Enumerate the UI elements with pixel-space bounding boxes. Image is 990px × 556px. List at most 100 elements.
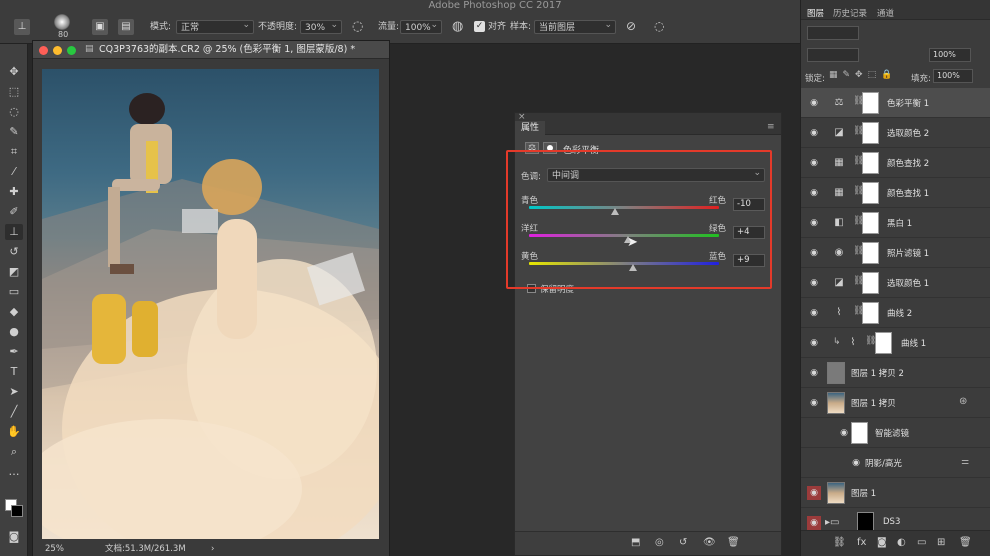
path-select-tool-icon[interactable]: ➤ xyxy=(5,384,23,400)
filter-options-icon[interactable]: ⚌ xyxy=(961,457,969,467)
history-brush-tool-icon[interactable]: ↺ xyxy=(5,244,23,260)
layer-mask-thumbnail[interactable] xyxy=(862,182,879,204)
gray-layer-icon[interactable] xyxy=(827,362,845,384)
layer-row[interactable]: ◉ ⊛ 图层 1 拷贝 xyxy=(801,388,990,418)
ignore-adjustment-icon[interactable]: ⊘ xyxy=(626,19,636,33)
fx-icon[interactable]: fx xyxy=(857,537,866,548)
eye-icon[interactable]: ◉ xyxy=(849,456,863,470)
eye-icon[interactable]: ◉ xyxy=(807,336,821,350)
blend-mode-select[interactable] xyxy=(807,48,859,62)
crop-tool-icon[interactable]: ⌗ xyxy=(5,144,23,160)
pen-tool-icon[interactable]: ✒ xyxy=(5,344,23,360)
toggle-brush-panel-icon[interactable]: ▣ xyxy=(92,19,108,35)
layer-row[interactable]: ◉ ⌇ ⛓ 曲线 2 xyxy=(801,298,990,328)
selective-color-icon[interactable]: ◪ xyxy=(832,276,846,290)
layer-mask-thumbnail[interactable] xyxy=(862,152,879,174)
airbrush-icon[interactable]: ◍ xyxy=(452,19,463,34)
link-layers-icon[interactable]: ⛓ xyxy=(833,537,846,548)
opacity-field[interactable]: 30% xyxy=(300,18,342,34)
layer-row[interactable]: ◉ ⚌ 阴影/高光 xyxy=(801,448,990,478)
view-previous-icon[interactable]: ◎ xyxy=(655,537,664,548)
color-lookup-icon[interactable]: ▦ xyxy=(832,186,846,200)
layer-mask-thumbnail[interactable] xyxy=(862,122,879,144)
layer-row[interactable]: ◉ 图层 1 xyxy=(801,478,990,508)
layer-mask-thumbnail[interactable] xyxy=(862,272,879,294)
close-window-icon[interactable] xyxy=(39,46,48,55)
panel-menu-icon[interactable]: ≡ xyxy=(767,122,775,132)
eye-icon[interactable]: ◉ xyxy=(807,366,821,380)
eye-icon[interactable]: ◉ xyxy=(807,156,821,170)
eye-icon[interactable]: ◉ xyxy=(807,186,821,200)
eye-icon[interactable]: ◉ xyxy=(807,246,821,260)
eraser-tool-icon[interactable]: ◩ xyxy=(5,264,23,280)
image-canvas[interactable] xyxy=(42,69,379,539)
background-color-swatch[interactable] xyxy=(11,505,23,517)
clone-stamp-tool-icon[interactable]: ⊥ xyxy=(5,224,23,240)
tab-channels[interactable]: 通道 xyxy=(877,7,894,19)
eye-icon[interactable]: ◉ xyxy=(807,516,821,530)
toggle-clone-source-icon[interactable]: ▤ xyxy=(118,19,134,35)
black-white-icon[interactable]: ◧ xyxy=(832,216,846,230)
dodge-tool-icon[interactable]: ● xyxy=(5,324,23,340)
tab-history[interactable]: 历史记录 xyxy=(833,7,867,19)
marquee-tool-icon[interactable]: ⬚ xyxy=(5,84,23,100)
smart-filter-mask-thumbnail[interactable] xyxy=(851,422,868,444)
new-group-icon[interactable]: ▭ xyxy=(917,537,926,548)
photo-filter-icon[interactable]: ◉ xyxy=(832,246,846,260)
tab-layers[interactable]: 图层 xyxy=(807,7,824,19)
more-tools-icon[interactable]: … xyxy=(5,464,23,480)
type-tool-icon[interactable]: T xyxy=(5,364,23,380)
document-tab[interactable]: ▤ CQ3P3763的副本.CR2 @ 25% (色彩平衡 1, 图层蒙版/8)… xyxy=(33,41,389,59)
photo-thumb-icon[interactable] xyxy=(827,392,845,414)
reset-icon[interactable]: ↺ xyxy=(679,537,687,548)
move-tool-icon[interactable]: ✥ xyxy=(5,64,23,80)
gradient-tool-icon[interactable]: ▭ xyxy=(5,284,23,300)
layer-row[interactable]: ◉ ◉ ⛓ 照片滤镜 1 xyxy=(801,238,990,268)
eye-icon[interactable]: ◉ xyxy=(807,396,821,410)
layer-row[interactable]: ◉ ◧ ⛓ 黑白 1 xyxy=(801,208,990,238)
lock-icons[interactable]: ▦✎✥⬚🔒 xyxy=(829,70,897,80)
selective-color-icon[interactable]: ◪ xyxy=(832,126,846,140)
align-checkbox[interactable]: ✓ xyxy=(474,21,485,32)
curves-icon[interactable]: ⌇ xyxy=(846,336,860,350)
eye-icon[interactable]: ◉ xyxy=(807,126,821,140)
healing-brush-tool-icon[interactable]: ✚ xyxy=(5,184,23,200)
delete-icon[interactable]: 🗑 xyxy=(727,537,740,548)
minimize-window-icon[interactable] xyxy=(53,46,62,55)
photo-thumb-icon[interactable] xyxy=(827,482,845,504)
eye-icon[interactable]: ◉ xyxy=(837,426,851,440)
brush-preview-icon[interactable] xyxy=(54,14,70,30)
eye-icon[interactable]: ◉ xyxy=(807,276,821,290)
color-lookup-icon[interactable]: ▦ xyxy=(832,156,846,170)
add-mask-icon[interactable]: ◙ xyxy=(877,537,887,548)
folder-icon[interactable]: ▸▭ xyxy=(825,516,839,530)
eye-icon[interactable]: ◉ xyxy=(807,96,821,110)
layer-mask-thumbnail[interactable] xyxy=(862,212,879,234)
visibility-icon[interactable]: 👁 xyxy=(703,537,716,548)
sample-select[interactable]: 当前图层 xyxy=(534,18,616,34)
new-layer-icon[interactable]: ⊞ xyxy=(937,537,945,548)
layer-row[interactable]: ◉ ⚖ ⛓ 色彩平衡 1 xyxy=(801,88,990,118)
pressure-opacity-icon[interactable]: ◌ xyxy=(352,19,363,34)
layer-row[interactable]: ◉ ◪ ⛓ 选取颜色 1 xyxy=(801,268,990,298)
layer-row[interactable]: ◉ ▦ ⛓ 颜色查找 1 xyxy=(801,178,990,208)
layer-filter-select[interactable] xyxy=(807,26,859,40)
curves-icon[interactable]: ⌇ xyxy=(832,306,846,320)
lasso-tool-icon[interactable]: ◌ xyxy=(5,104,23,120)
fill-field[interactable]: 100% xyxy=(933,69,973,83)
zoom-tool-icon[interactable]: ⌕ xyxy=(5,444,23,460)
eye-icon[interactable]: ◉ xyxy=(807,486,821,500)
quick-select-tool-icon[interactable]: ✎ xyxy=(5,124,23,140)
balance-icon[interactable]: ⚖ xyxy=(832,96,846,110)
layer-row[interactable]: ◉ ⌇ ↳ ⛓ 曲线 1 xyxy=(801,328,990,358)
eye-icon[interactable]: ◉ xyxy=(807,216,821,230)
brush-tool-icon[interactable]: ✐ xyxy=(5,204,23,220)
quick-mask-icon[interactable]: ◙ xyxy=(5,529,23,545)
blur-tool-icon[interactable]: ◆ xyxy=(5,304,23,320)
delete-layer-icon[interactable]: 🗑 xyxy=(959,537,972,548)
clone-stamp-tool-icon[interactable]: ⊥ xyxy=(14,19,30,35)
zoom-level[interactable]: 25% xyxy=(45,542,64,556)
layer-mask-thumbnail[interactable] xyxy=(862,242,879,264)
layer-row[interactable]: ◉ 图层 1 拷贝 2 xyxy=(801,358,990,388)
eye-icon[interactable]: ◉ xyxy=(807,306,821,320)
